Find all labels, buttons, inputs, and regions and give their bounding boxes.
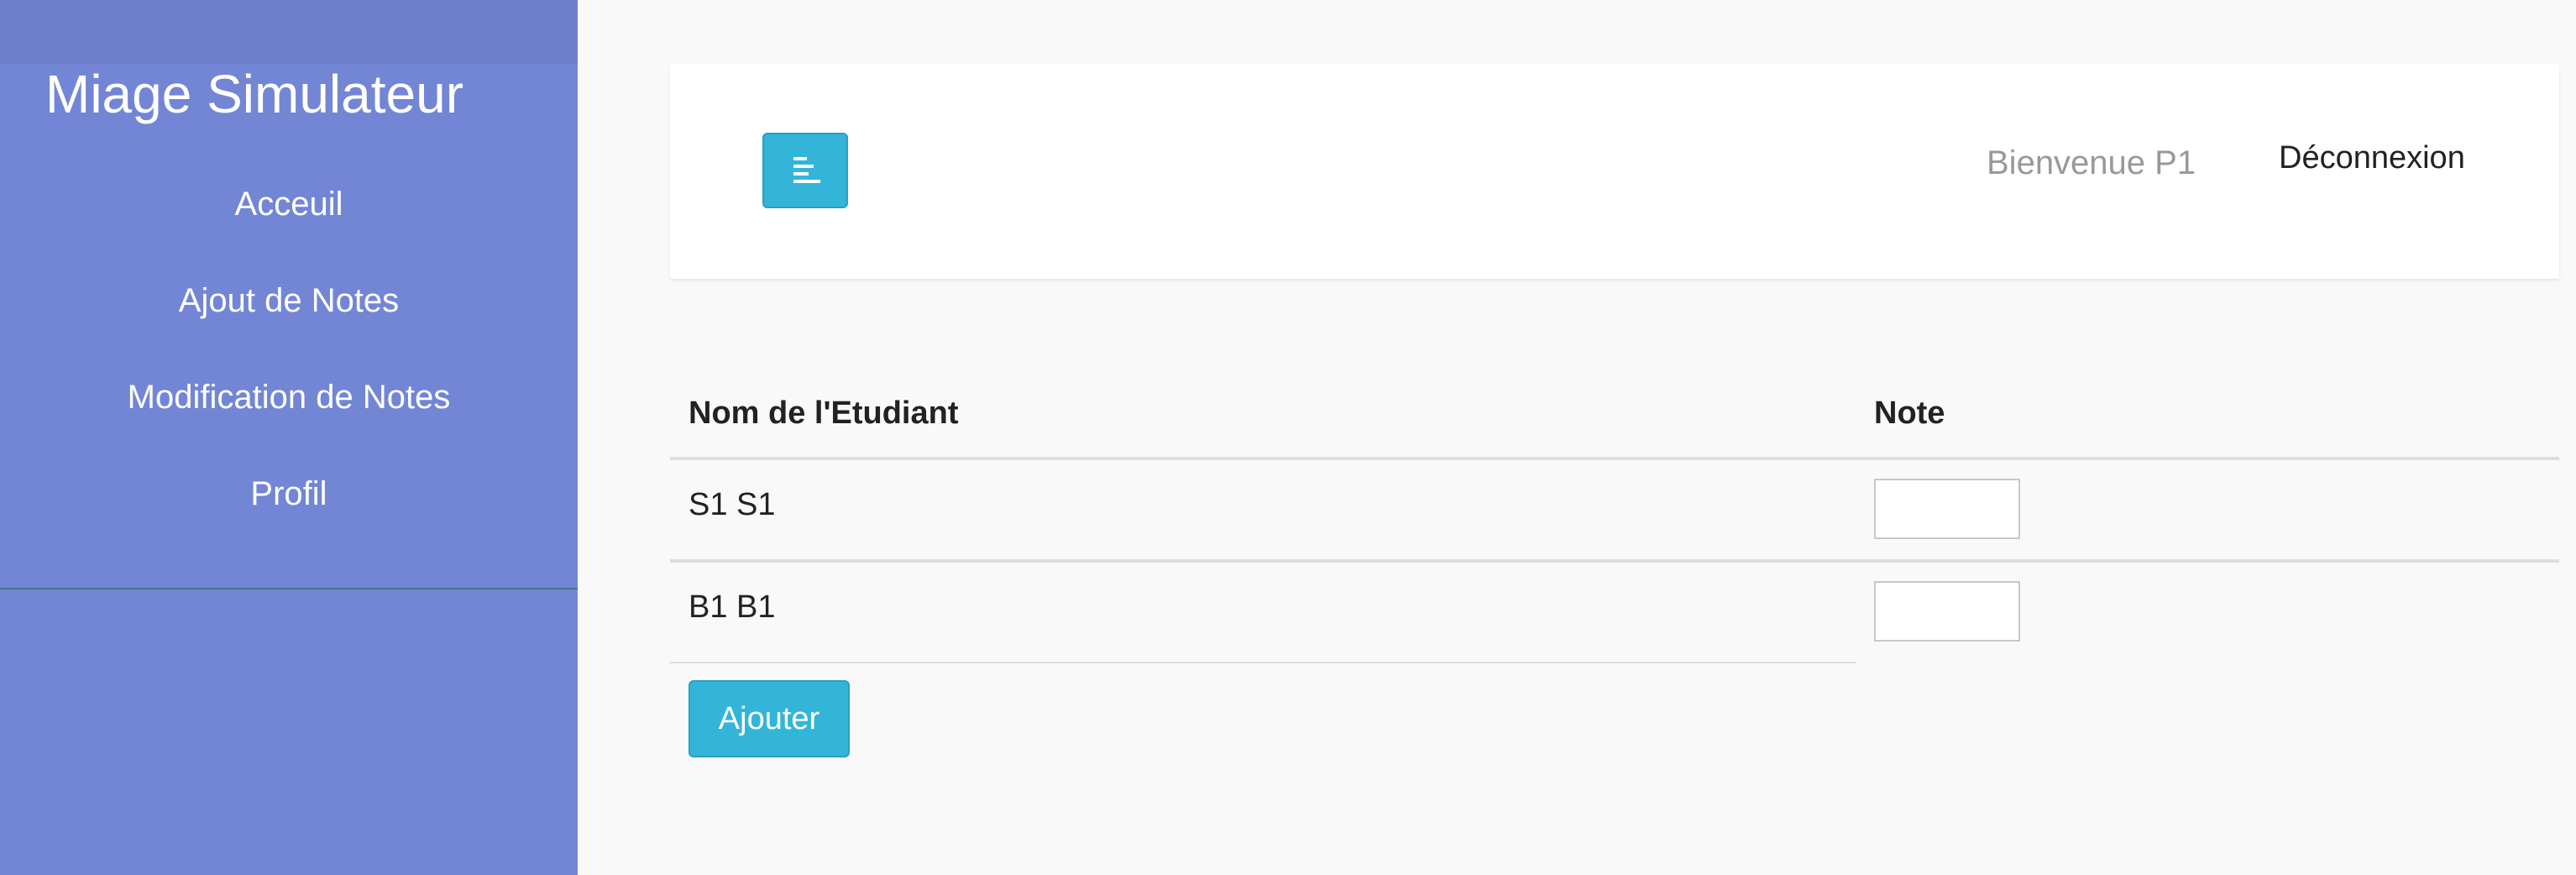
table-row: B1 B1 (670, 561, 2559, 663)
grades-table: Nom de l'Etudiant Note S1 S1 B1 B1 (670, 369, 2559, 663)
sidebar-divider (0, 588, 578, 589)
student-name: B1 B1 (689, 589, 776, 625)
sidebar-item-ajout-notes[interactable]: Ajout de Notes (0, 263, 578, 359)
sidebar-toggle-button[interactable] (762, 133, 848, 208)
top-navbar: Bienvenue P1 Déconnexion (670, 64, 2559, 279)
add-button[interactable]: Ajouter (689, 680, 850, 757)
align-left-icon (793, 157, 820, 183)
header-note: Note (1856, 369, 2559, 460)
student-name: S1 S1 (689, 487, 776, 522)
table-header-row: Nom de l'Etudiant Note (670, 369, 2559, 460)
sidebar-item-acceuil[interactable]: Acceuil (0, 166, 578, 263)
sidebar-item-modification-notes[interactable]: Modification de Notes (0, 359, 578, 456)
brand-title: Miage Simulateur (45, 64, 463, 124)
table-row: S1 S1 (670, 458, 2559, 563)
note-input[interactable] (1874, 581, 2020, 642)
sidebar-top-band (0, 0, 578, 64)
welcome-text: Bienvenue P1 (1987, 144, 2196, 181)
student-name-cell: B1 B1 (670, 561, 1856, 663)
logout-link[interactable]: Déconnexion (2279, 134, 2465, 181)
sidebar-nav: Acceuil Ajout de Notes Modification de N… (0, 166, 578, 553)
header-student-name: Nom de l'Etudiant (670, 369, 1856, 460)
note-input[interactable] (1874, 479, 2020, 539)
sidebar-item-profil[interactable]: Profil (0, 456, 578, 553)
sidebar: Miage Simulateur Acceuil Ajout de Notes … (0, 0, 578, 875)
note-cell (1856, 561, 2559, 663)
student-name-cell: S1 S1 (670, 458, 1856, 563)
note-cell (1856, 458, 2559, 563)
